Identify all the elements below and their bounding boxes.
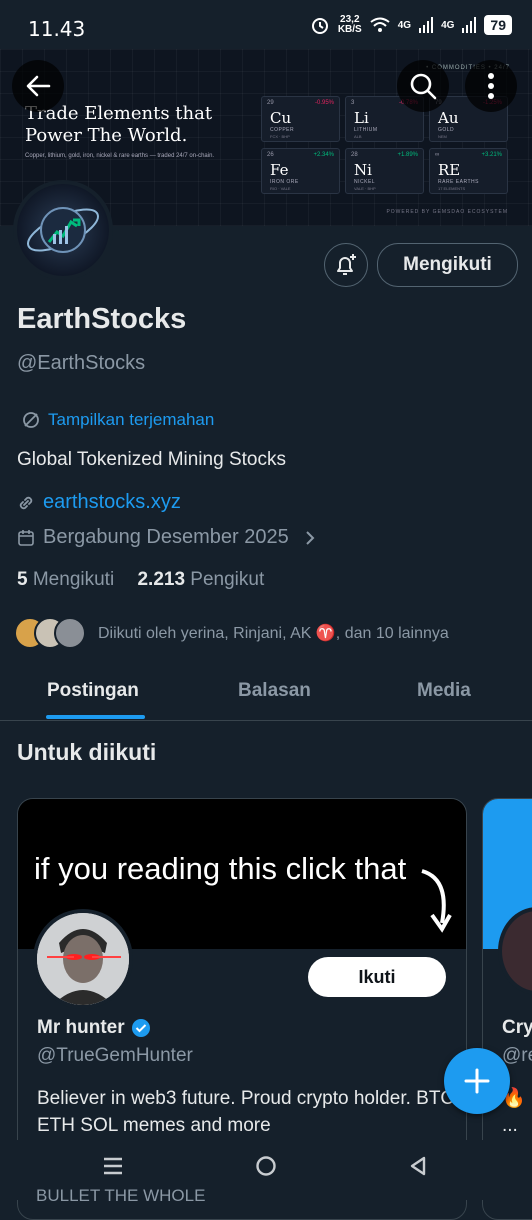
compose-post-button[interactable] [444,1048,510,1114]
translate-icon [23,412,39,428]
tile-symbol: RE [438,161,461,179]
tile-ticker: ALB [354,134,362,139]
tile-symbol: Ni [354,161,372,179]
follow-suggestion-button[interactable]: Ikuti [308,957,446,997]
tile-symbol: Fe [270,161,289,179]
home-icon[interactable] [255,1155,277,1177]
search-button[interactable] [397,60,449,112]
suggestion-bio: Believer in web3 future. Proud crypto ho… [37,1088,455,1136]
tile-number: 26 [267,152,274,158]
suggestion-handle-partial: @re [502,1045,532,1066]
tile-symbol: Li [354,109,369,127]
tile-ticker: RIO · VALE [270,186,291,191]
curved-arrow-icon [421,869,452,933]
chevron-right-icon [306,530,315,545]
translate-link[interactable]: Tampilkan terjemahan [22,410,214,430]
element-tile: 26 +2.34% Fe IRON ORE RIO · VALE [261,148,340,194]
more-vertical-icon [488,73,494,99]
tile-number: 29 [267,100,274,106]
tile-name: NICKEL [354,179,376,185]
element-tile: ∞ +3.21% RE RARE EARTHS 17 ELEMENTS [429,148,508,194]
tile-change: +3.21% [481,152,502,158]
tile-symbol: Au [438,109,459,127]
back-button[interactable] [12,60,64,112]
tile-name: LITHIUM [354,127,378,133]
wifi-icon [370,17,390,32]
tile-name: IRON ORE [270,179,299,185]
suggestion-handle: @TrueGemHunter [37,1045,193,1066]
followed-by-label: Diikuti oleh yerina, Rinjani, AK ♈, dan … [98,625,449,642]
followers-stat[interactable]: 2.213 Pengikut [137,569,264,590]
followed-by[interactable]: Diikuti oleh yerina, Rinjani, AK ♈, dan … [14,617,449,649]
alarm-icon [311,18,328,34]
element-tile: 28 +1.89% Ni NICKEL VALE · BHP [345,148,424,194]
tile-number: 3 [351,100,355,106]
signal-1-label: 4G [397,19,412,31]
active-tab-indicator [46,715,145,719]
tile-ticker: VALE · BHP [354,186,376,191]
banner-headline: Trade Elements that Power The World. [25,103,213,146]
peek-text: BULLET THE WHOLE [36,1186,206,1205]
clock: 11.43 [28,17,86,41]
profile-tabs: Postingan Balasan Media [0,672,532,721]
tile-ticker: NEM [438,134,447,139]
network-speed: 23,2 KB/S [337,14,362,35]
link-icon [19,496,33,509]
signal-2-label: 4G [441,19,455,31]
display-name: EarthStocks [17,303,187,335]
bell-plus-icon [337,254,356,275]
tile-ticker: FCX · BHP [270,134,290,139]
join-date-label: Bergabung Desember 2025 [43,526,289,548]
signal-2-icon [462,17,477,33]
username: @EarthStocks [17,352,146,374]
tile-name: RARE EARTHS [438,179,479,185]
recent-apps-icon[interactable] [102,1156,124,1176]
tile-number: 28 [351,152,358,158]
banner-powered: POWERED BY GEMSDAO ECOSYSTEM [386,209,508,215]
more-options-button[interactable] [465,60,517,112]
tab-balasan[interactable]: Balasan [238,680,311,702]
system-nav-bar: BULLET THE WHOLE [0,1140,532,1205]
profile-avatar[interactable] [13,180,113,280]
tile-ticker: 17 ELEMENTS [438,186,466,191]
suggestion-banner-text: if you reading this click that [34,851,407,886]
join-date[interactable]: Bergabung Desember 2025 [17,526,317,549]
back-nav-icon[interactable] [408,1155,428,1177]
globe-logo-icon [27,207,99,253]
signal-1-icon [419,17,434,33]
tile-name: GOLD [438,127,455,133]
notification-bell-button[interactable] [324,243,368,287]
tile-symbol: Cu [270,109,292,127]
following-stat[interactable]: 5 Mengikuti [17,569,114,590]
profile-bio: Global Tokenized Mining Stocks [17,449,286,470]
tab-media[interactable]: Media [417,680,471,702]
calendar-icon [18,529,34,546]
status-icons: 23,2 KB/S 4G 4G 79 [310,15,512,35]
suggestion-name: Mr hunter [37,1017,151,1039]
suggestion-name-partial: Cry [502,1017,532,1038]
suggestion-avatar[interactable] [33,909,133,1009]
battery-indicator: 79 [484,15,512,35]
search-icon [410,73,437,100]
arrow-left-icon [26,75,51,97]
follower-avatar [54,617,86,649]
suggestions-title: Untuk diikuti [17,739,157,765]
tile-change: +1.89% [397,152,418,158]
status-bar: 11.43 23,2 KB/S 4G 4G 79 [0,0,532,56]
verified-badge-icon [131,1019,150,1037]
translate-label: Tampilkan terjemahan [48,410,215,429]
follow-stats: 5 Mengikuti 2.213 Pengikut [17,569,264,591]
person-laser-eyes-icon [37,913,129,1005]
banner-subtext: Copper, lithium, gold, iron, nickel & ra… [25,153,215,159]
website-link[interactable]: earthstocks.xyz [17,491,181,514]
element-tile: 29 -0.95% Cu COPPER FCX · BHP [261,96,340,142]
website-label: earthstocks.xyz [43,491,181,513]
plus-icon [464,1068,490,1094]
tile-change: -0.95% [314,100,334,106]
tile-number: ∞ [435,152,440,158]
following-button[interactable]: Mengikuti [377,243,518,287]
tab-postingan[interactable]: Postingan [47,680,139,702]
tile-change: +2.34% [313,152,334,158]
tile-name: COPPER [270,127,295,133]
